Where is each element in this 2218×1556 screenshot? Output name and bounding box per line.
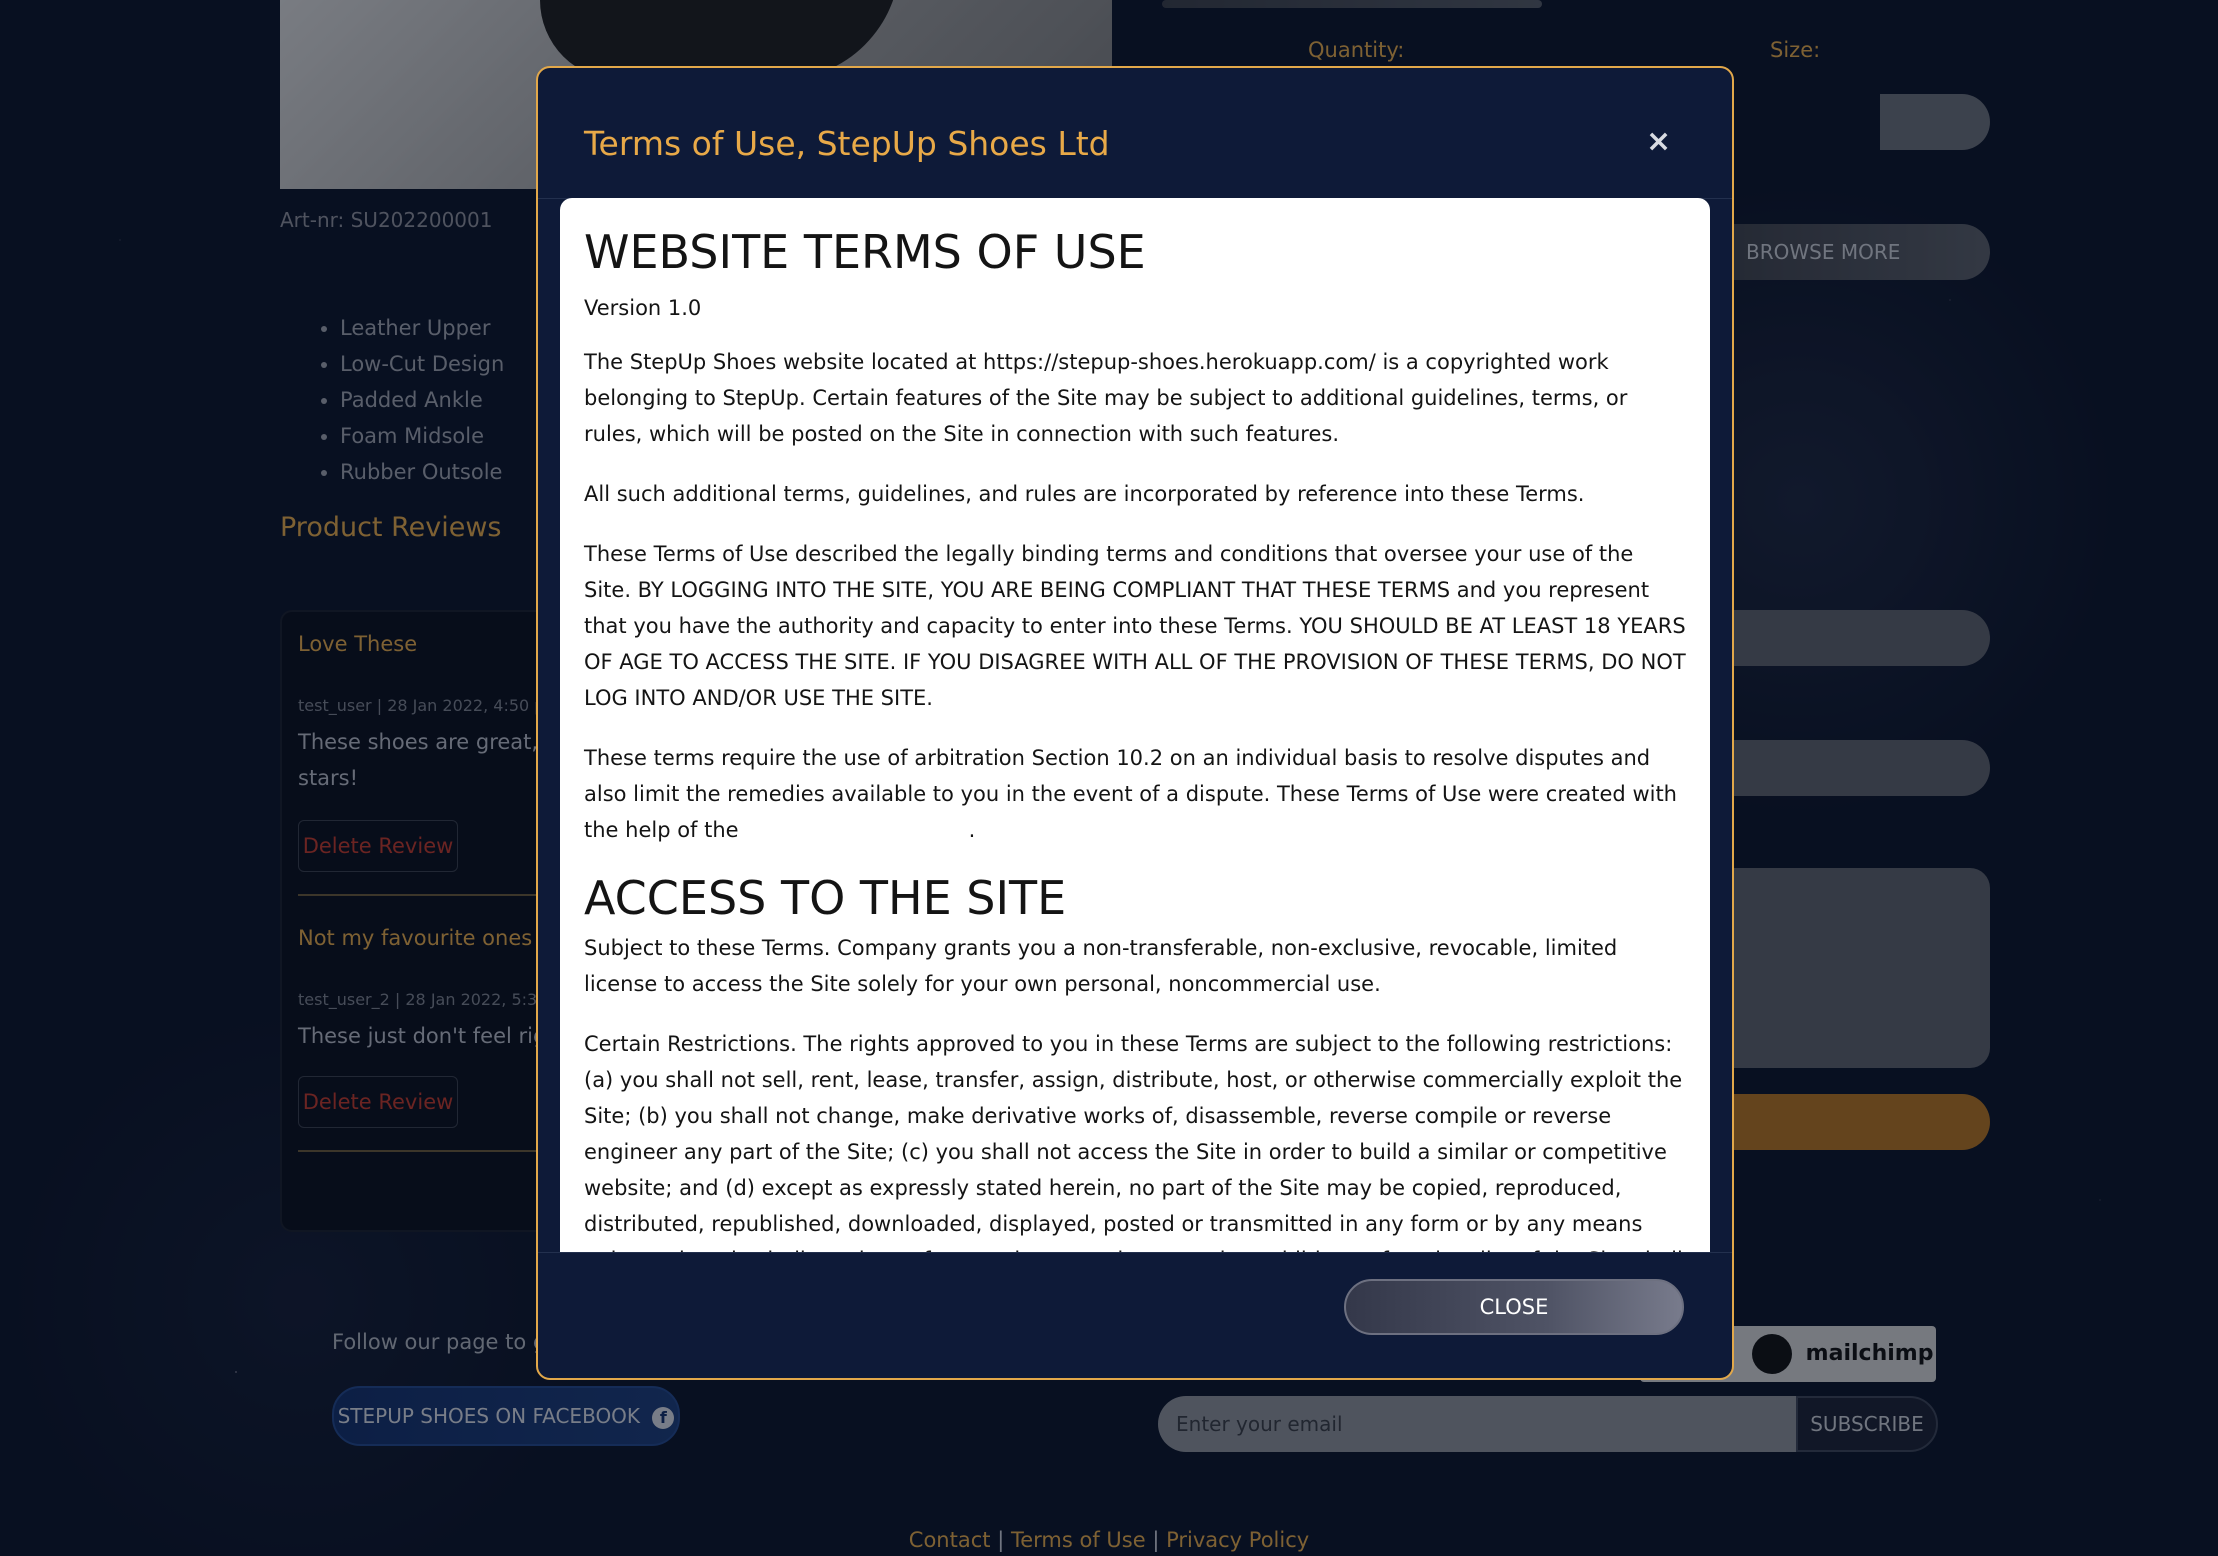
- modal-body[interactable]: WEBSITE TERMS OF USE Version 1.0 The Ste…: [560, 198, 1710, 1252]
- terms-paragraph: Certain Restrictions. The rights approve…: [584, 1026, 1686, 1252]
- close-button[interactable]: CLOSE: [1344, 1279, 1684, 1335]
- modal-header: Terms of Use, StepUp Shoes Ltd ×: [538, 68, 1732, 199]
- close-icon[interactable]: ×: [1646, 124, 1671, 159]
- modal-title: Terms of Use, StepUp Shoes Ltd: [584, 124, 1110, 163]
- terms-paragraph: The StepUp Shoes website located at http…: [584, 350, 1628, 446]
- terms-paragraph: These Terms of Use described the legally…: [584, 542, 1686, 710]
- modal-footer: CLOSE: [538, 1252, 1732, 1378]
- terms-version: Version 1.0: [584, 296, 702, 320]
- terms-paragraph: These terms require the use of arbitrati…: [584, 740, 1686, 848]
- terms-text: .: [968, 818, 976, 842]
- terms-paragraph-lead: Certain Restrictions.: [584, 1032, 797, 1056]
- access-heading: ACCESS TO THE SITE: [584, 871, 1067, 925]
- terms-paragraph-lead: Subject to these Terms.: [584, 936, 831, 960]
- terms-text: These terms require the use of arbitrati…: [584, 746, 1677, 842]
- terms-paragraph: All such additional terms, guidelines, a…: [584, 482, 1585, 506]
- terms-paragraph: Subject to these Terms. Company grants y…: [584, 930, 1686, 1002]
- terms-heading: WEBSITE TERMS OF USE: [584, 225, 1146, 279]
- terms-modal: Terms of Use, StepUp Shoes Ltd × WEBSITE…: [536, 66, 1734, 1380]
- terms-text: The rights approved to you in these Term…: [584, 1032, 1683, 1252]
